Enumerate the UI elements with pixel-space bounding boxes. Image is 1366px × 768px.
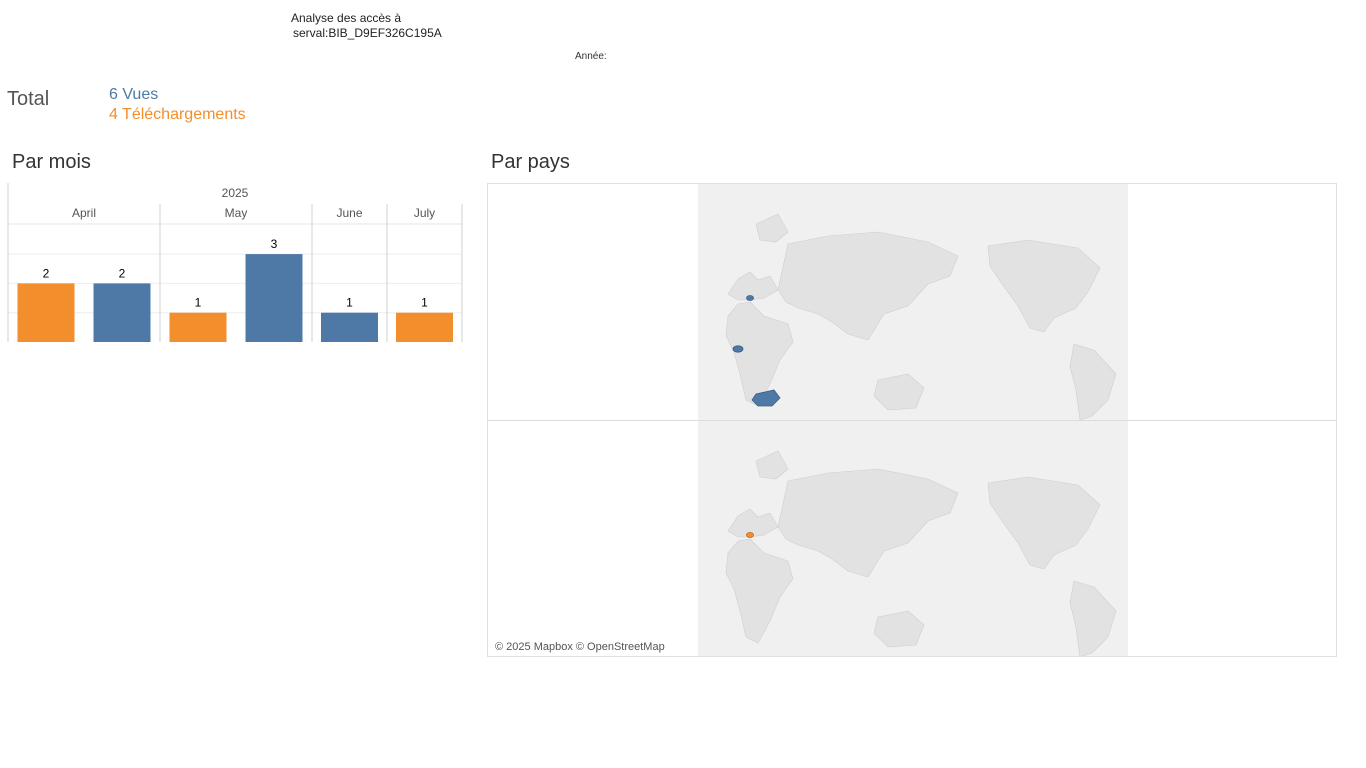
bar-downloads: [396, 312, 453, 342]
downloads-map-panel[interactable]: © 2025 Mapbox © OpenStreetMap: [488, 421, 1336, 656]
month-label: July: [414, 206, 435, 220]
bar-downloads: [17, 283, 75, 342]
bar-value-label: 3: [271, 237, 278, 251]
total-label: Total: [7, 88, 50, 110]
page-title-line1: Analyse des accès à: [291, 11, 402, 25]
month-label: May: [225, 206, 248, 220]
bar-views: [245, 254, 303, 342]
by-month-title: Par mois: [12, 151, 91, 173]
year-header: 2025: [222, 186, 249, 200]
bar-downloads: [169, 312, 227, 342]
page-title: Analyse des accès à serval:BIB_D9EF326C1…: [291, 11, 442, 41]
total-downloads: 4 Téléchargements: [109, 106, 246, 123]
month-label: June: [336, 206, 362, 220]
monthly-bar-chart[interactable]: 2025 April 2 2 May 1 3 June 1 July 1: [0, 180, 470, 355]
map-credit[interactable]: © 2025 Mapbox © OpenStreetMap: [495, 641, 665, 653]
country-switzerland-views: [746, 295, 754, 301]
total-views: 6 Vues: [109, 86, 159, 103]
bar-value-label: 2: [43, 266, 50, 280]
page-title-line2: serval:BIB_D9EF326C195A: [293, 26, 442, 40]
bar-value-label: 1: [421, 296, 428, 310]
bar-views: [93, 283, 151, 342]
year-filter-label[interactable]: Année:: [575, 51, 607, 62]
downloads-highlighted-countries: [746, 532, 754, 538]
bar-value-label: 1: [346, 296, 353, 310]
country-map[interactable]: © 2025 Mapbox © OpenStreetMap: [487, 183, 1337, 657]
bar-value-label: 2: [119, 266, 126, 280]
by-country-title: Par pays: [491, 151, 570, 173]
bar-value-label: 1: [195, 296, 202, 310]
month-label: April: [72, 206, 96, 220]
bar-views: [321, 312, 378, 342]
country-burkina-faso-views: [732, 345, 744, 353]
views-map-panel[interactable]: [488, 184, 1336, 420]
country-switzerland-downloads: [746, 532, 754, 538]
